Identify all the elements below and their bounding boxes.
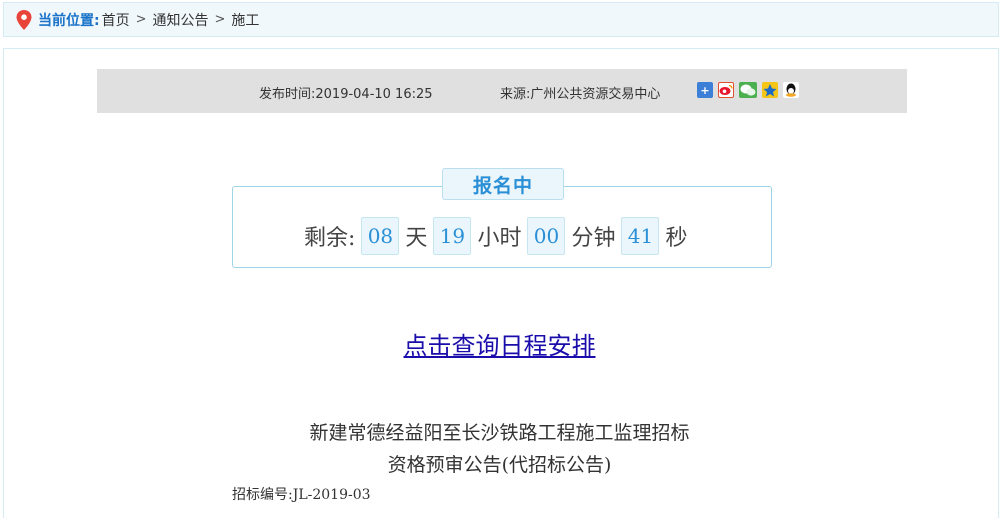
countdown-hours: 19 (433, 217, 472, 255)
countdown-days-unit: 天 (405, 226, 428, 251)
tender-number: 招标编号:JL-2019-03 (232, 487, 371, 503)
qzone-icon[interactable] (762, 82, 778, 98)
breadcrumb-notices-link[interactable]: 通知公告 (153, 10, 209, 30)
breadcrumb-construction-link[interactable]: 施工 (231, 10, 259, 30)
countdown-hours-unit: 小时 (477, 226, 522, 251)
breadcrumb-home-link[interactable]: 首页 (102, 10, 130, 30)
breadcrumb-separator: > (214, 12, 226, 27)
notice-title-line2: 资格预审公告(代招标公告) (387, 454, 612, 476)
wechat-icon[interactable] (739, 82, 757, 98)
breadcrumb-label: 当前位置: (38, 12, 100, 29)
countdown-minutes: 00 (527, 217, 566, 255)
breadcrumb-separator: > (135, 12, 147, 27)
share-icons: + (697, 82, 799, 98)
countdown-seconds: 41 (621, 217, 660, 255)
publish-time: 发布时间:2019-04-10 16:25 (259, 87, 433, 102)
qq-icon[interactable] (783, 82, 799, 98)
schedule-query-link[interactable]: 点击查询日程安排 (0, 326, 999, 361)
countdown-minutes-unit: 分钟 (571, 226, 616, 251)
source-label: 来源:广州公共资源交易中心 (500, 87, 661, 102)
status-badge: 报名中 (442, 168, 564, 200)
countdown-row: 剩余: 08 天 19 小时 00 分钟 41 秒 (304, 216, 687, 256)
notice-title-line1: 新建常德经益阳至长沙铁路工程施工监理招标 (309, 422, 690, 444)
location-pin-icon (16, 9, 32, 30)
countdown-seconds-unit: 秒 (665, 226, 688, 251)
countdown-prefix: 剩余: (304, 226, 356, 251)
countdown-days: 08 (361, 217, 400, 255)
notice-title: 新建常德经益阳至长沙铁路工程施工监理招标 资格预审公告(代招标公告) (0, 417, 999, 481)
article-meta-bar: 发布时间:2019-04-10 16:25 来源:广州公共资源交易中心 + (97, 69, 907, 113)
breadcrumb: 当前位置: 首页 > 通知公告 > 施工 (3, 2, 999, 37)
weibo-icon[interactable] (718, 82, 734, 98)
plus-share-icon[interactable]: + (697, 82, 713, 98)
